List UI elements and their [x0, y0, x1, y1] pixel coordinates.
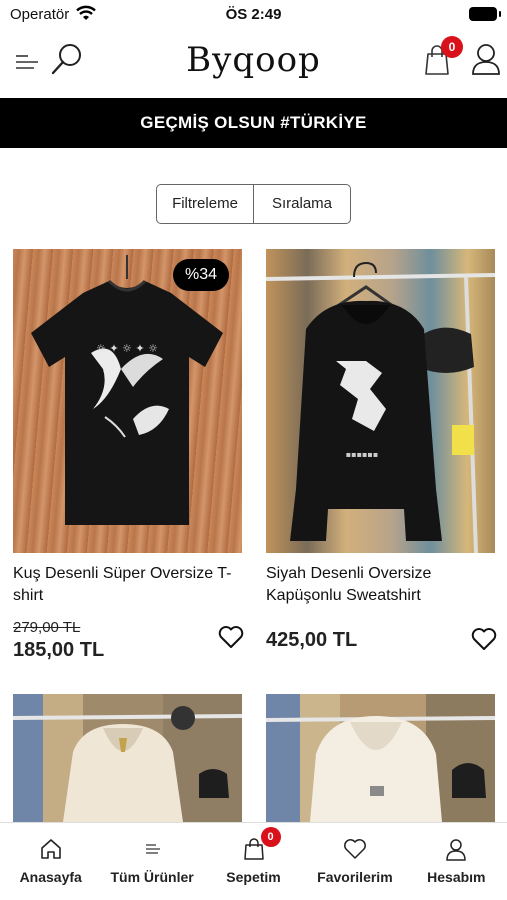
product-card[interactable]: [13, 694, 242, 822]
product-card[interactable]: ☼ ✦ ☼ ✦ ☼ %34 Kuş Desenli Süper Oversize…: [13, 249, 244, 661]
product-card[interactable]: [266, 694, 495, 822]
clock: ÖS 2:49: [225, 6, 282, 23]
user-icon[interactable]: [470, 42, 502, 76]
old-price: 279,00 TL: [13, 619, 81, 636]
product-image[interactable]: ▪▪▪▪▪▪: [266, 249, 495, 553]
heart-icon[interactable]: [218, 625, 244, 649]
cart-count-badge: 0: [441, 36, 463, 58]
product-card[interactable]: ▪▪▪▪▪▪ Siyah Desenli Oversize Kapüşonlu …: [266, 249, 497, 651]
tab-label: Anasayfa: [19, 869, 82, 885]
svg-text:☼ ✦ ☼ ✦ ☼: ☼ ✦ ☼ ✦ ☼: [96, 342, 158, 355]
filter-button[interactable]: Filtreleme: [157, 185, 253, 223]
svg-text:▪▪▪▪▪▪: ▪▪▪▪▪▪: [346, 450, 379, 459]
heart-icon: [343, 839, 366, 859]
heart-icon[interactable]: [471, 627, 497, 651]
tab-label: Favorilerim: [317, 869, 393, 885]
tab-home[interactable]: Anasayfa: [0, 823, 101, 900]
tab-label: Tüm Ürünler: [110, 869, 194, 885]
app-header: Byqoop 0: [0, 30, 507, 98]
list-icon: [146, 844, 161, 854]
product-price: 425,00 TL: [266, 629, 358, 651]
home-icon: [40, 839, 61, 859]
product-image[interactable]: [13, 694, 242, 822]
product-image[interactable]: ☼ ✦ ☼ ✦ ☼ %34: [13, 249, 242, 553]
product-price: 185,00 TL: [13, 639, 105, 661]
tab-all-products[interactable]: Tüm Ürünler: [101, 823, 202, 900]
jacket-image: [266, 694, 495, 822]
product-image[interactable]: [266, 694, 495, 822]
tab-account[interactable]: Hesabım: [406, 823, 507, 900]
jacket-image: [13, 694, 242, 822]
discount-badge: %34: [173, 259, 229, 291]
sort-button[interactable]: Sıralama: [253, 185, 350, 223]
tab-label: Sepetim: [226, 869, 281, 885]
tab-favorites[interactable]: Favorilerim: [304, 823, 405, 900]
tab-cart[interactable]: 0 Sepetim: [203, 823, 304, 900]
tshirt-image: ☼ ✦ ☼ ✦ ☼: [31, 255, 223, 525]
battery-icon: [469, 7, 501, 21]
bottom-tab-bar: Anasayfa Tüm Ürünler 0 Sepetim Favoriler…: [0, 822, 507, 900]
announcement-banner[interactable]: GEÇMİŞ OLSUN #TÜRKİYE: [0, 98, 507, 148]
tab-label: Hesabım: [427, 869, 486, 885]
filter-sort-control: Filtreleme Sıralama: [156, 184, 351, 224]
status-bar: Operatör ÖS 2:49: [0, 0, 507, 30]
user-icon: [446, 839, 467, 861]
hoodie-image: ▪▪▪▪▪▪: [266, 261, 495, 553]
cart-count-badge: 0: [260, 827, 281, 847]
product-name[interactable]: Kuş Desenli Süper Oversize T-shirt: [13, 563, 242, 607]
product-name[interactable]: Siyah Desenli Oversize Kapüşonlu Sweatsh…: [266, 563, 495, 607]
